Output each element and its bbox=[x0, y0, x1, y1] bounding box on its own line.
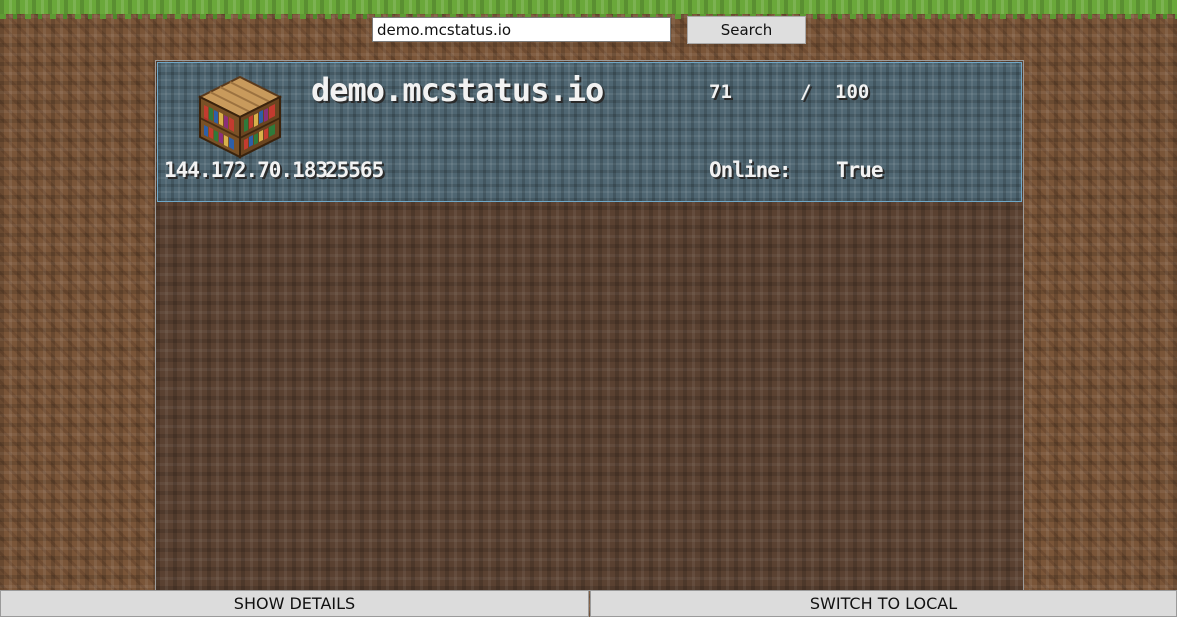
switch-to-local-button[interactable]: SWITCH TO LOCAL bbox=[590, 590, 1177, 617]
server-port: 25565 bbox=[325, 158, 384, 182]
search-input[interactable] bbox=[372, 17, 671, 42]
grass-border bbox=[0, 0, 1177, 19]
show-details-button[interactable]: SHOW DETAILS bbox=[0, 590, 589, 617]
server-list-panel[interactable]: demo.mcstatus.io 71 / 100 144.172.70.183… bbox=[155, 60, 1024, 591]
players-separator: / bbox=[800, 81, 812, 103]
online-status-value: True bbox=[836, 158, 884, 182]
players-online-count: 71 bbox=[709, 81, 732, 103]
online-status-label: Online: bbox=[709, 158, 792, 182]
server-ip: 144.172.70.183 bbox=[164, 158, 328, 182]
server-hostname: demo.mcstatus.io bbox=[311, 71, 604, 109]
server-card[interactable]: demo.mcstatus.io 71 / 100 144.172.70.183… bbox=[157, 62, 1022, 202]
bookshelf-icon bbox=[197, 75, 283, 159]
search-button[interactable]: Search bbox=[687, 16, 806, 44]
players-max-count: 100 bbox=[835, 81, 870, 103]
